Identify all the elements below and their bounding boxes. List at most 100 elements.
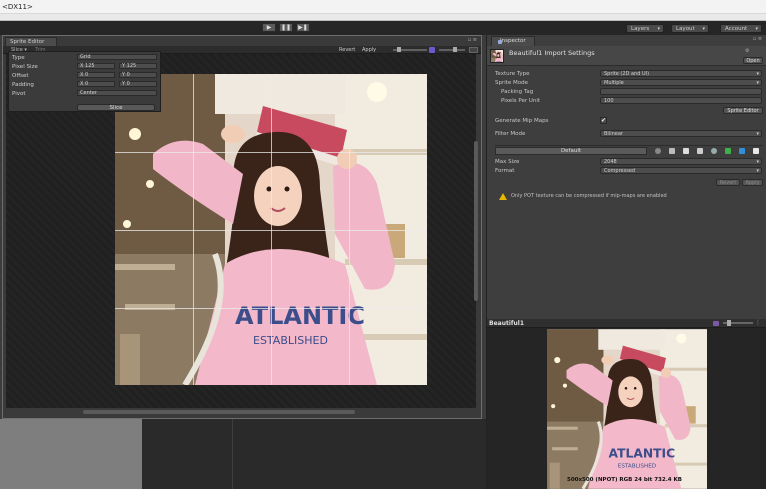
type-dropdown[interactable]: Grid [77, 54, 157, 60]
warning-text: Only POT texture can be compressed if mi… [511, 193, 667, 199]
padding-label: Padding [12, 82, 34, 88]
ios-platform-icon[interactable] [683, 148, 689, 154]
android-platform-icon[interactable] [725, 148, 731, 154]
window-menu-icon[interactable]: ▫ ≡ [753, 36, 762, 42]
pixels-per-unit-label: Pixels Per Unit [501, 98, 541, 104]
inspector-panel: Inspector ▫ ≡ Beautiful1 Import Settings… [486, 35, 766, 319]
html5-platform-icon[interactable] [753, 148, 759, 154]
offset-y-field[interactable]: Y 0 [119, 72, 157, 78]
filter-mode-value: Bilinear [604, 131, 623, 137]
slice-button[interactable]: Slice [77, 104, 155, 111]
info-icon [498, 40, 502, 44]
max-size-value: 2048 [604, 159, 617, 165]
unity-toolbar: ▶ ❚❚ ▶❚ Layers ▾ Layout ▾ Account ▾ [0, 21, 766, 35]
chevron-down-icon: ▾ [756, 131, 759, 137]
texture-type-dropdown[interactable]: Sprite (2D and UI) ▾ [600, 70, 762, 77]
web-platform-icon[interactable] [655, 148, 661, 154]
sprite-mode-dropdown[interactable]: Multiple ▾ [600, 79, 762, 86]
pixel-size-label: Pixel Size [12, 64, 38, 70]
max-size-label: Max Size [495, 159, 520, 165]
chevron-down-icon: ▾ [756, 159, 759, 165]
zoom-slider-handle[interactable] [453, 47, 457, 52]
preview-title: Beautiful1 [489, 320, 525, 327]
type-label: Type [12, 55, 25, 61]
pivot-dropdown[interactable]: Center [77, 90, 157, 96]
chevron-down-icon: ▾ [657, 26, 660, 32]
mip-level-icon[interactable] [469, 47, 478, 53]
chevron-down-icon: ▾ [702, 26, 705, 32]
preview-info: 500x500 (NPOT) RGB 24 bit 732.4 KB [567, 477, 682, 483]
sprite-texture-image[interactable] [115, 74, 427, 385]
download-platform-icon[interactable] [697, 148, 703, 154]
os-menu-strip [0, 14, 766, 21]
windows-platform-icon[interactable] [739, 148, 745, 154]
format-dropdown[interactable]: Compressed ▾ [600, 167, 762, 174]
gear-icon[interactable]: ⚙ [745, 48, 749, 54]
vertical-scrollbar[interactable] [474, 141, 478, 301]
sprite-editor-button[interactable]: Sprite Editor [723, 107, 763, 114]
filter-mode-label: Filter Mode [495, 131, 526, 137]
layers-dropdown[interactable]: Layers ▾ [626, 24, 664, 33]
sprite-editor-window: Sprite Editor ▫ ≡ Slice ▾ Trim Revert Ap… [2, 35, 482, 419]
offset-x-field[interactable]: X 0 [77, 72, 115, 78]
warning-icon [499, 193, 507, 200]
pause-button[interactable]: ❚❚ [279, 23, 293, 32]
sprite-mode-value: Multiple [604, 80, 624, 86]
open-button[interactable]: Open [743, 57, 763, 64]
pixel-size-x-field[interactable]: X 125 [77, 63, 115, 69]
inspector-tab[interactable]: Inspector [491, 36, 535, 46]
os-window-title: <DX11> [0, 0, 766, 14]
revert-button[interactable]: Revert [339, 46, 355, 54]
account-label: Account [725, 26, 748, 32]
play-button[interactable]: ▶ [262, 23, 276, 32]
slice-grid-line[interactable] [115, 152, 427, 153]
preview-menu-icon[interactable]: ⋮ [755, 319, 761, 327]
tab-default[interactable]: Default [495, 147, 647, 155]
color-channel-icon[interactable] [429, 47, 435, 53]
mip-slider-handle[interactable] [727, 320, 731, 326]
format-label: Format [495, 168, 515, 174]
apply-button[interactable]: Apply [362, 46, 376, 54]
standalone-platform-icon[interactable] [669, 148, 675, 154]
padding-y-field[interactable]: Y 0 [119, 81, 157, 87]
generate-mipmaps-checkbox[interactable]: ✔ [600, 117, 607, 124]
max-size-dropdown[interactable]: 2048 ▾ [600, 158, 762, 165]
slice-grid-line[interactable] [115, 230, 427, 231]
preview-panel: Beautiful1 ⋮ 500x500 (NPOT) RGB 24 bit 7… [486, 319, 766, 489]
account-dropdown[interactable]: Account ▾ [720, 24, 762, 33]
window-menu-icon[interactable]: ▫ ≡ [468, 37, 477, 43]
inspector-tab-label: Inspector [500, 38, 526, 44]
chevron-down-icon: ▾ [756, 71, 759, 77]
step-button[interactable]: ▶❚ [296, 23, 310, 32]
layers-label: Layers [631, 26, 650, 32]
sprite-mode-label: Sprite Mode [495, 80, 529, 86]
filter-mode-dropdown[interactable]: Bilinear ▾ [600, 130, 762, 137]
import-settings-header: Beautiful1 Import Settings ⚙ Open [487, 46, 766, 66]
pixel-size-y-field[interactable]: Y 125 [119, 63, 157, 69]
preview-photo [547, 329, 707, 489]
format-value: Compressed [604, 168, 636, 174]
slice-grid-line[interactable] [115, 308, 427, 309]
zoom-slider[interactable] [439, 49, 465, 51]
alpha-slider-handle[interactable] [397, 47, 401, 52]
channel-icon[interactable] [713, 321, 719, 326]
packing-tag-field[interactable] [600, 88, 762, 95]
offset-label: Offset [12, 73, 29, 79]
preview-image [547, 329, 707, 489]
packing-tag-label: Packing Tag [501, 89, 534, 95]
asset-panel [232, 419, 486, 489]
apply-button[interactable]: Apply [742, 179, 763, 186]
pivot-label: Pivot [12, 91, 26, 97]
padding-x-field[interactable]: X 0 [77, 81, 115, 87]
layout-dropdown[interactable]: Layout ▾ [671, 24, 709, 33]
pixels-per-unit-field[interactable]: 100 [600, 97, 762, 104]
blackberry-platform-icon[interactable] [711, 148, 717, 154]
revert-button[interactable]: Revert [716, 179, 740, 186]
preview-header: Beautiful1 ⋮ [487, 319, 766, 328]
project-panel [0, 419, 142, 489]
chevron-down-icon: ▾ [756, 168, 759, 174]
inspector-title: Beautiful1 Import Settings [509, 49, 595, 57]
horizontal-scrollbar[interactable] [83, 410, 355, 414]
thumbnail-image [491, 50, 503, 62]
layout-label: Layout [676, 26, 695, 32]
